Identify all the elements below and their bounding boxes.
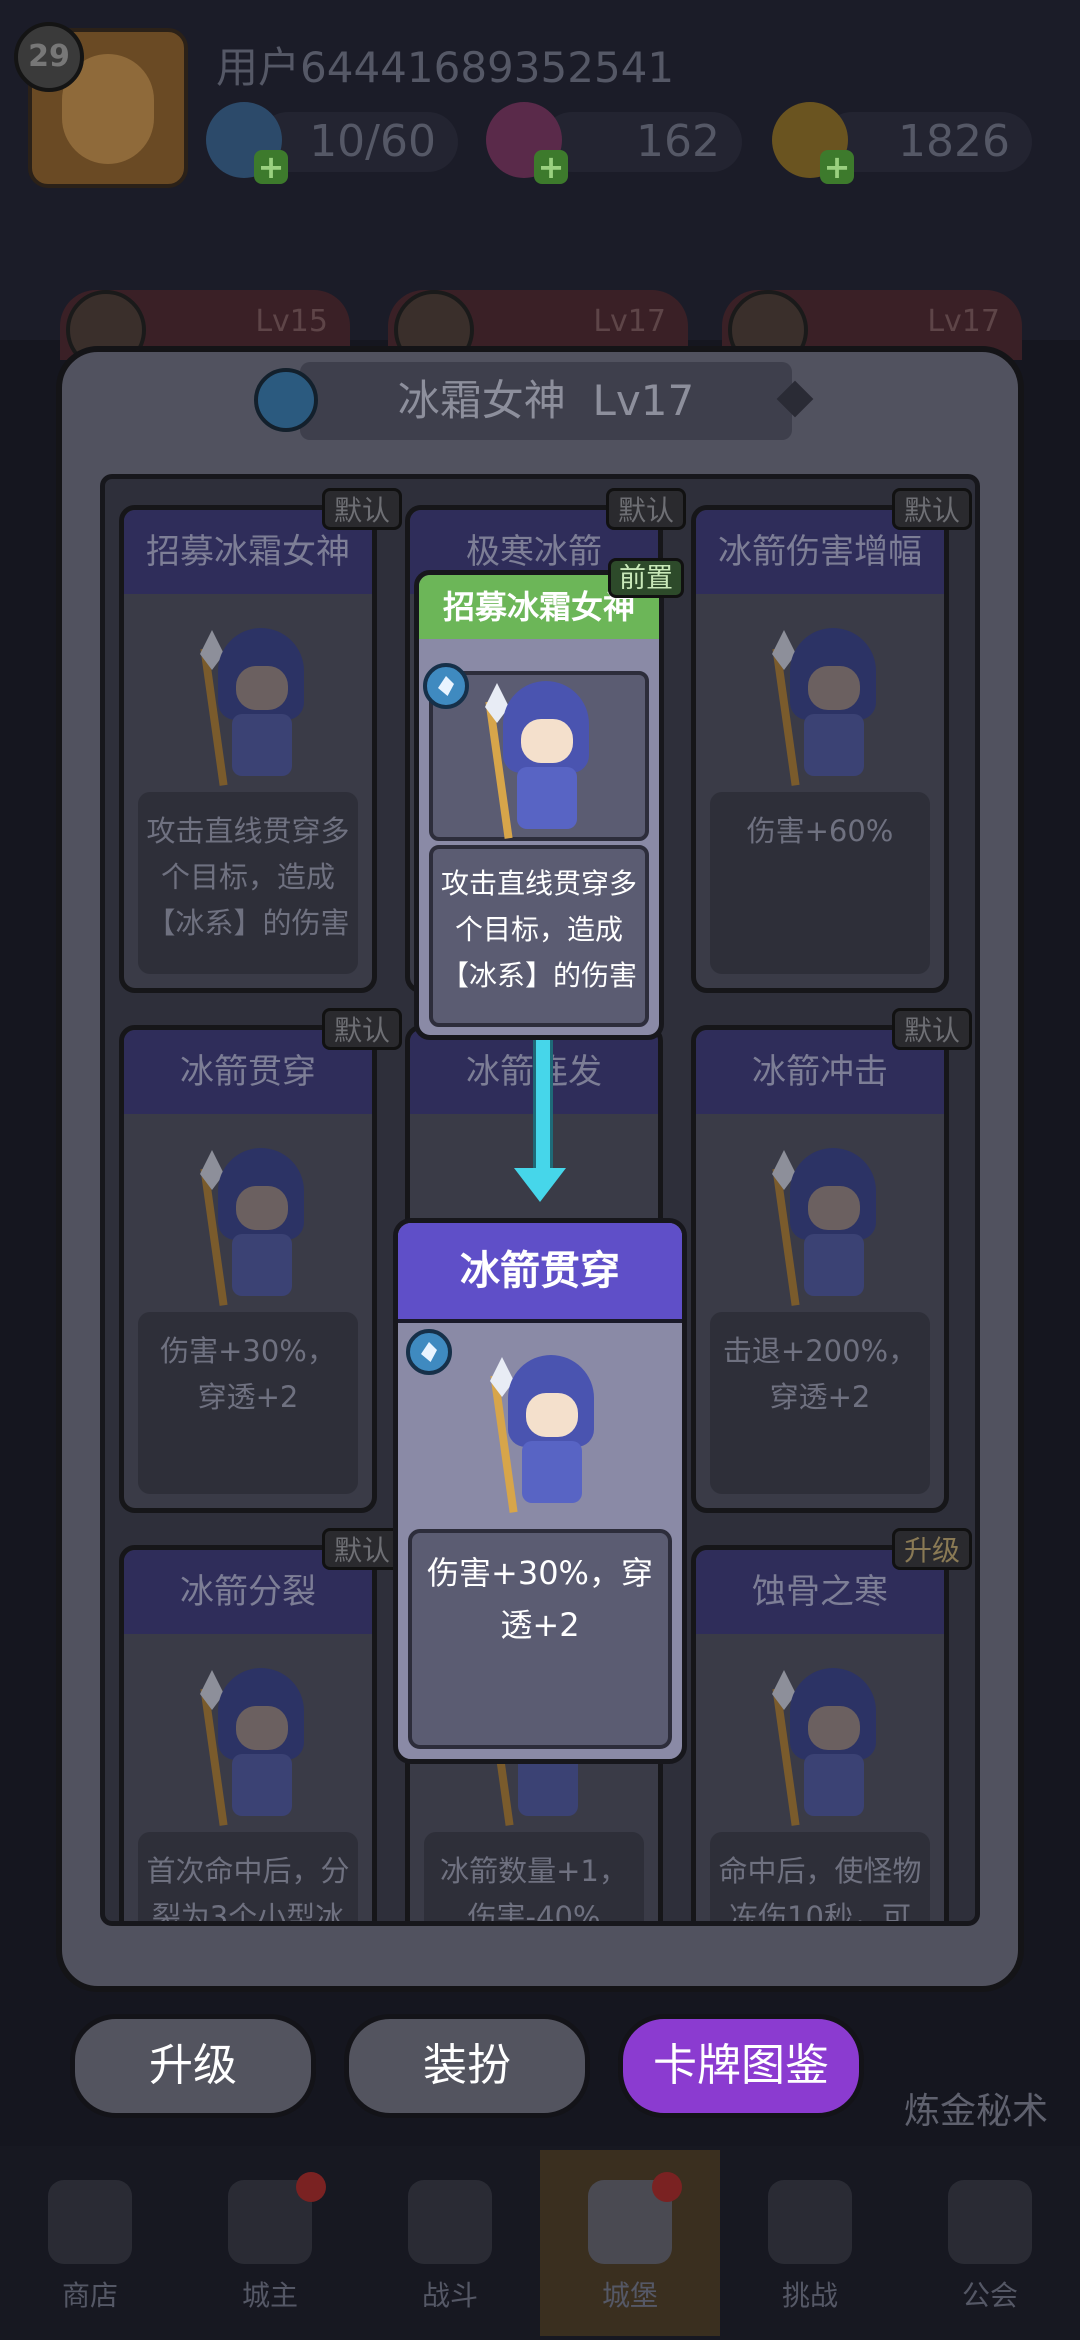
ice-goddess-icon — [194, 1148, 312, 1308]
selected-card-title: 冰箭贯穿 — [460, 1248, 620, 1294]
panel-title: 冰霜女神 Lv17 — [300, 362, 792, 440]
default-tag: 默认 — [322, 488, 402, 530]
nav-guild[interactable]: 公会 — [900, 2150, 1080, 2336]
skill-card-desc: 命中后，使怪物冻伤10秒，可叠 — [710, 1832, 930, 1921]
arrow-down-icon — [533, 1040, 553, 1172]
nav-label: 挑战 — [781, 2279, 838, 2312]
outfit-button[interactable]: 装扮 — [344, 2014, 590, 2118]
challenge-icon — [768, 2180, 852, 2264]
hero-tab-level: Lv17 — [927, 304, 1000, 339]
skill-card-desc: 攻击直线贯穿多个目标，造成【冰系】的伤害 — [138, 792, 358, 974]
player-level-badge: 29 — [14, 22, 84, 92]
ice-goddess-icon — [479, 681, 597, 841]
prerequisite-card-desc: 攻击直线贯穿多个目标，造成【冰系】的伤害 — [429, 845, 649, 1027]
ice-goddess-icon — [484, 1355, 602, 1515]
skill-card[interactable]: 冰箭贯穿 伤害+30%，穿透+2 — [119, 1025, 377, 1513]
skill-card[interactable]: 招募冰霜女神 攻击直线贯穿多个目标，造成【冰系】的伤害 — [119, 505, 377, 993]
nav-label: 商店 — [61, 2279, 118, 2312]
hero-tab-level: Lv15 — [255, 304, 328, 339]
ice-element-icon — [254, 368, 318, 432]
skill-card-desc: 冰箭数量+1，伤害-40% — [424, 1832, 644, 1921]
skill-card[interactable]: 冰箭伤害增幅 伤害+60% — [691, 505, 949, 993]
prerequisite-card[interactable]: 招募冰霜女神 攻击直线贯穿多个目标，造成【冰系】的伤害 — [414, 570, 664, 1040]
default-tag: 默认 — [322, 1528, 402, 1570]
skill-card[interactable]: 冰箭冲击 击退+200%，穿透+2 — [691, 1025, 949, 1513]
ice-goddess-icon — [766, 1668, 884, 1828]
selected-skill-card[interactable]: 冰箭贯穿 伤害+30%，穿透+2 — [393, 1218, 687, 1764]
nav-challenge[interactable]: 挑战 — [720, 2150, 900, 2336]
ice-element-icon — [406, 1329, 452, 1375]
ice-goddess-icon — [194, 1668, 312, 1828]
skill-card-desc: 伤害+60% — [710, 792, 930, 974]
nav-label: 城堡 — [601, 2279, 658, 2312]
prerequisite-tag: 前置 — [608, 558, 684, 598]
skill-card-desc: 伤害+30%，穿透+2 — [138, 1312, 358, 1494]
default-tag: 默认 — [892, 1008, 972, 1050]
ice-goddess-icon — [766, 628, 884, 788]
nav-label: 城主 — [241, 2279, 298, 2312]
swords-icon — [408, 2180, 492, 2264]
nav-label: 公会 — [961, 2279, 1018, 2312]
guild-icon — [948, 2180, 1032, 2264]
energy-value: 10/60 — [309, 116, 436, 167]
selected-card-desc: 伤害+30%，穿透+2 — [408, 1529, 672, 1749]
upgrade-tag: 升级 — [892, 1528, 972, 1570]
hero-tab-level: Lv17 — [593, 304, 666, 339]
upgrade-button[interactable]: 升级 — [70, 2014, 316, 2118]
add-energy-icon[interactable]: + — [254, 150, 288, 184]
gem-icon[interactable]: + — [486, 102, 568, 184]
skill-card[interactable]: 冰箭分裂 首次命中后，分裂为3个小型冰箭 — [119, 1545, 377, 1921]
default-tag: 默认 — [322, 1008, 402, 1050]
nav-label: 战斗 — [421, 2279, 478, 2312]
ice-element-icon — [423, 663, 469, 709]
default-tag: 默认 — [892, 488, 972, 530]
notification-dot — [652, 2172, 682, 2202]
energy-bar: 10/60 — [258, 112, 458, 172]
hero-name: 冰霜女神 — [397, 376, 566, 425]
skill-card-desc: 首次命中后，分裂为3个小型冰箭 — [138, 1832, 358, 1921]
alchemy-label[interactable]: 炼金秘术 — [904, 2082, 1048, 2134]
default-tag: 默认 — [606, 488, 686, 530]
nav-lord[interactable]: 城主 — [180, 2150, 360, 2336]
username: 用户64441689352541 — [216, 43, 675, 92]
skill-card[interactable]: 蚀骨之寒 命中后，使怪物冻伤10秒，可叠 — [691, 1545, 949, 1921]
gems-value: 162 — [636, 116, 720, 167]
ice-goddess-icon — [766, 1148, 884, 1308]
coins-value: 1826 — [898, 116, 1010, 167]
hero-level: Lv17 — [592, 376, 695, 425]
skill-card-desc: 击退+200%，穿透+2 — [710, 1312, 930, 1494]
ice-goddess-icon — [194, 628, 312, 788]
add-coins-icon[interactable]: + — [820, 150, 854, 184]
nav-castle[interactable]: 城堡 — [540, 2150, 720, 2336]
shop-icon — [48, 2180, 132, 2264]
card-gallery-button[interactable]: 卡牌图鉴 — [618, 2014, 864, 2118]
notification-dot — [296, 2172, 326, 2202]
gems-bar: 162 — [542, 112, 742, 172]
nav-shop[interactable]: 商店 — [0, 2150, 180, 2336]
coin-icon[interactable]: + — [772, 102, 854, 184]
add-gems-icon[interactable]: + — [534, 150, 568, 184]
nav-battle[interactable]: 战斗 — [360, 2150, 540, 2336]
energy-icon[interactable]: + — [206, 102, 288, 184]
